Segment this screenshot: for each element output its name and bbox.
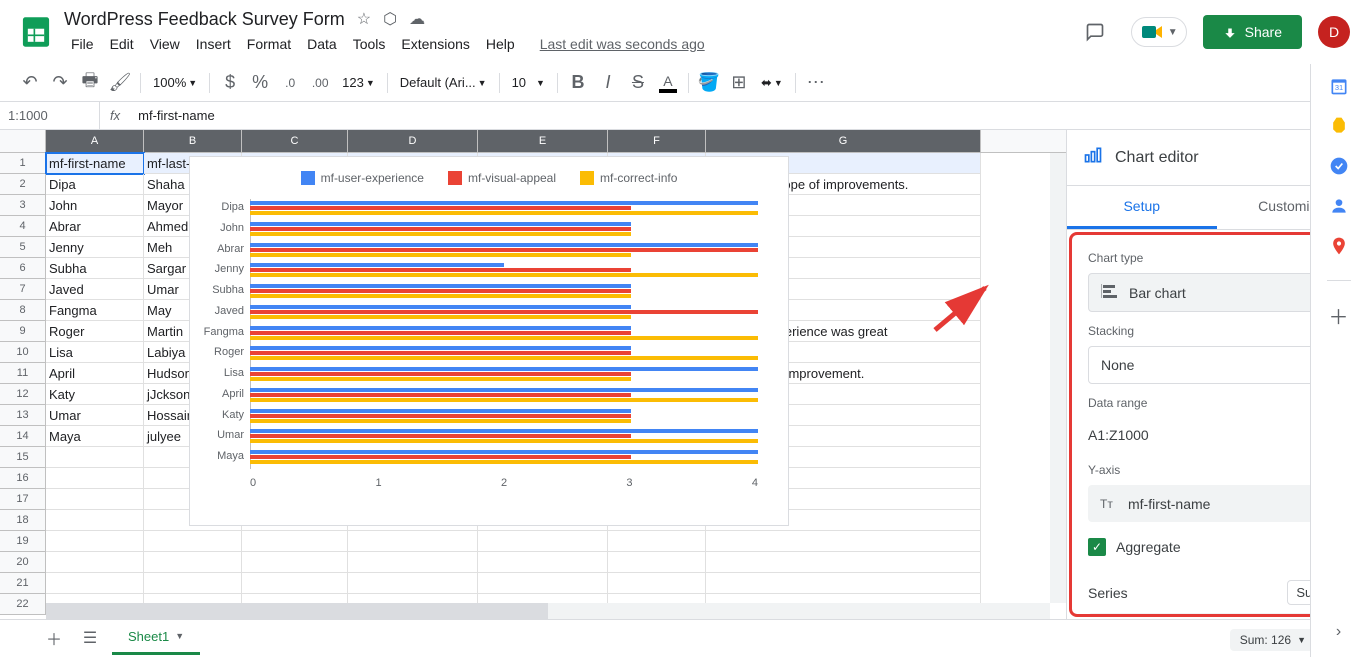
- menu-data[interactable]: Data: [300, 32, 344, 56]
- calendar-icon[interactable]: 31: [1329, 76, 1349, 96]
- vertical-scrollbar[interactable]: [1050, 153, 1066, 603]
- menu-insert[interactable]: Insert: [189, 32, 238, 56]
- currency-icon[interactable]: $: [216, 69, 244, 97]
- merge-icon[interactable]: ⬌ ▼: [755, 71, 789, 95]
- spreadsheet-grid[interactable]: ABCDEFG1mf-first-namemf-last-namemf-emai…: [0, 130, 1066, 619]
- formula-input[interactable]: mf-first-name: [130, 108, 1366, 123]
- font-size-select[interactable]: 10 ▼: [506, 71, 551, 94]
- text-type-icon: Tᴛ: [1100, 497, 1118, 511]
- chart-type-select[interactable]: Bar chart ▼: [1088, 273, 1345, 312]
- add-addon-icon[interactable]: ＋: [1329, 305, 1349, 325]
- text-color-icon[interactable]: A: [654, 69, 682, 97]
- fx-icon: fx: [100, 108, 130, 123]
- name-box[interactable]: 1:1000: [0, 102, 100, 129]
- fill-color-icon[interactable]: 🪣: [695, 69, 723, 97]
- data-range-label: Data range: [1088, 396, 1345, 410]
- yaxis-label: Y-axis: [1088, 463, 1345, 477]
- italic-icon[interactable]: I: [594, 69, 622, 97]
- sheet-tab-1[interactable]: Sheet1 ▼: [112, 621, 200, 655]
- redo-icon[interactable]: ↷: [46, 69, 74, 97]
- strike-icon[interactable]: S: [624, 69, 652, 97]
- stacking-label: Stacking: [1088, 324, 1345, 338]
- chart-type-label: Chart type: [1088, 251, 1345, 265]
- doc-title[interactable]: WordPress Feedback Survey Form: [64, 9, 345, 30]
- all-sheets-icon[interactable]: ☰: [76, 624, 104, 652]
- meet-button[interactable]: ▼: [1131, 17, 1187, 47]
- menu-file[interactable]: File: [64, 32, 101, 56]
- embedded-chart[interactable]: mf-user-experiencemf-visual-appealmf-cor…: [189, 156, 789, 526]
- hide-side-panel-icon[interactable]: ›: [1336, 623, 1341, 641]
- horizontal-scrollbar[interactable]: [46, 603, 1050, 619]
- tab-setup[interactable]: Setup: [1067, 186, 1217, 229]
- chart-editor-title: Chart editor: [1115, 149, 1323, 167]
- chart-icon: [1083, 145, 1103, 170]
- decrease-decimal-icon[interactable]: .0: [276, 69, 304, 97]
- aggregate-checkbox[interactable]: ✓ Aggregate: [1088, 530, 1345, 564]
- menu-help[interactable]: Help: [479, 32, 522, 56]
- menu-extensions[interactable]: Extensions: [394, 32, 476, 56]
- cloud-icon[interactable]: ☁: [409, 9, 425, 29]
- print-icon[interactable]: 🖶: [76, 69, 104, 97]
- share-button[interactable]: Share: [1203, 15, 1302, 49]
- bar-chart-icon: [1101, 284, 1119, 301]
- menu-view[interactable]: View: [143, 32, 187, 56]
- number-format-select[interactable]: 123 ▼: [336, 71, 381, 94]
- last-edit-link[interactable]: Last edit was seconds ago: [540, 36, 705, 52]
- bold-icon[interactable]: B: [564, 69, 592, 97]
- data-range-value[interactable]: A1:Z1000: [1088, 427, 1149, 443]
- toolbar: ↶ ↷ 🖶 🖌 100% ▼ $ % .0 .00 123 ▼ Default …: [0, 64, 1366, 102]
- yaxis-field[interactable]: Tᴛ mf-first-name ⋮: [1088, 485, 1345, 522]
- increase-decimal-icon[interactable]: .00: [306, 69, 334, 97]
- stacking-select[interactable]: None ▼: [1088, 346, 1345, 384]
- status-sum[interactable]: Sum: 126 ▼: [1230, 629, 1316, 651]
- maps-icon[interactable]: [1329, 236, 1349, 256]
- percent-icon[interactable]: %: [246, 69, 274, 97]
- zoom-select[interactable]: 100% ▼: [147, 71, 203, 94]
- sheets-logo[interactable]: [16, 12, 56, 52]
- star-icon[interactable]: ☆: [357, 9, 371, 29]
- menu-tools[interactable]: Tools: [346, 32, 393, 56]
- font-select[interactable]: Default (Ari... ▼: [394, 71, 493, 94]
- account-avatar[interactable]: D: [1318, 16, 1350, 48]
- paint-format-icon[interactable]: 🖌: [106, 69, 134, 97]
- comment-history-icon[interactable]: [1075, 12, 1115, 52]
- more-toolbar-icon[interactable]: ⋯: [802, 69, 830, 97]
- checkbox-checked-icon: ✓: [1088, 538, 1106, 556]
- undo-icon[interactable]: ↶: [16, 69, 44, 97]
- add-sheet-icon[interactable]: ＋: [40, 624, 68, 652]
- menu-format[interactable]: Format: [240, 32, 298, 56]
- contacts-icon[interactable]: [1329, 196, 1349, 216]
- move-icon[interactable]: ⬡: [383, 9, 397, 29]
- svg-text:31: 31: [1334, 83, 1342, 92]
- series-label: Series: [1088, 585, 1128, 601]
- borders-icon[interactable]: ⊞: [725, 69, 753, 97]
- menu-edit[interactable]: Edit: [103, 32, 141, 56]
- series-field-1[interactable]: 123 mf-user-experience Sum ⋮: [1088, 613, 1345, 617]
- keep-icon[interactable]: [1329, 116, 1349, 136]
- tasks-icon[interactable]: [1329, 156, 1349, 176]
